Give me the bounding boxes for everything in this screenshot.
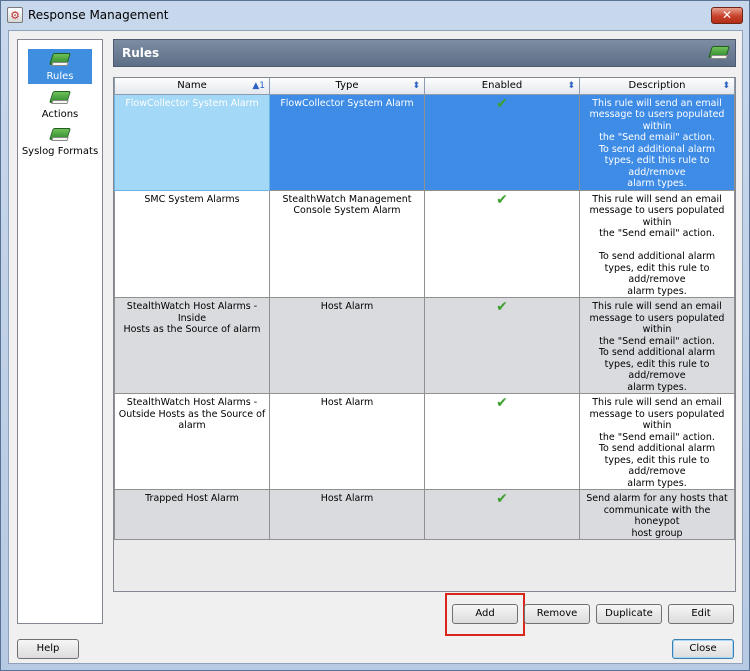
green-book-icon [49,52,71,68]
table-row[interactable]: StealthWatch Host Alarms - Inside Hosts … [114,297,735,394]
rule-description-cell[interactable]: This rule will send an email message to … [579,189,735,298]
panel-title: Rules [122,46,160,60]
dialog-body: Rules Actions Syslog Formats Rules Name … [8,30,743,664]
rule-type-cell[interactable]: StealthWatch Management Console System A… [269,189,425,298]
add-button[interactable]: Add [452,604,518,624]
sort-icon: ⬍ [722,81,730,91]
nav-item-label: Syslog Formats [21,146,99,157]
table-row[interactable]: SMC System Alarms StealthWatch Managemen… [114,189,735,298]
rule-enabled-cell[interactable]: ✔ [424,489,580,540]
rule-name-cell[interactable]: Trapped Host Alarm [114,489,270,540]
rule-enabled-cell[interactable]: ✔ [424,393,580,490]
rule-enabled-cell[interactable]: ✔ [424,297,580,394]
checkmark-icon: ✔ [496,191,508,208]
response-management-window: ⚙ Response Management ✕ Rules Actions Sy… [0,0,750,671]
rule-type-cell[interactable]: Host Alarm [269,489,425,540]
rule-description-cell[interactable]: This rule will send an email message to … [579,93,735,191]
column-header-type[interactable]: Type ⬍ [269,78,425,95]
rule-name-cell[interactable]: FlowCollector System Alarm [114,93,270,191]
rule-name-cell[interactable]: StealthWatch Host Alarms - Outside Hosts… [114,393,270,490]
column-header-label: Name [177,79,207,91]
panel-header: Rules [113,39,736,67]
nav-item-rules[interactable]: Rules [18,49,102,84]
help-button[interactable]: Help [17,639,79,659]
title-bar[interactable]: ⚙ Response Management ✕ [1,1,749,29]
green-book-icon [708,45,730,61]
rule-description-cell[interactable]: This rule will send an email message to … [579,393,735,490]
rule-name-cell[interactable]: StealthWatch Host Alarms - Inside Hosts … [114,297,270,394]
checkmark-icon: ✔ [496,299,508,315]
sort-icon: ⬍ [412,81,420,91]
sort-ascending-icon: ▲1 [252,81,265,91]
column-header-description[interactable]: Description ⬍ [579,78,735,95]
window-title: Response Management [28,8,169,22]
column-header-name[interactable]: Name ▲1 [114,78,270,95]
rule-type-cell[interactable]: Host Alarm [269,297,425,394]
column-header-enabled[interactable]: Enabled ⬍ [424,78,580,95]
app-icon: ⚙ [7,7,23,23]
rule-enabled-cell[interactable]: ✔ [424,189,580,298]
rule-type-cell[interactable]: Host Alarm [269,393,425,490]
nav-item-label: Rules [43,70,77,83]
sort-icon: ⬍ [567,81,575,91]
category-nav: Rules Actions Syslog Formats [17,39,103,624]
rule-description-cell[interactable]: This rule will send an email message to … [579,297,735,394]
nav-item-syslog-formats[interactable]: Syslog Formats [18,127,102,157]
rule-enabled-cell[interactable]: ✔ [424,93,580,191]
table-row[interactable]: FlowCollector System Alarm FlowCollector… [114,93,735,191]
table-row[interactable]: Trapped Host Alarm Host Alarm ✔ Send ala… [114,489,735,540]
duplicate-button[interactable]: Duplicate [596,604,662,624]
column-header-label: Description [628,79,686,91]
close-button[interactable]: Close [672,639,734,659]
checkmark-icon: ✔ [496,395,508,411]
rule-description-cell[interactable]: Send alarm for any hosts that communicat… [579,489,735,540]
green-book-icon [49,90,71,106]
rules-table: Name ▲1 Type ⬍ Enabled ⬍ Description ⬍ FlowC… [113,77,736,592]
checkmark-icon: ✔ [496,491,508,507]
remove-button[interactable]: Remove [524,604,590,624]
rule-name-cell[interactable]: SMC System Alarms [114,189,270,298]
nav-item-actions[interactable]: Actions [18,90,102,120]
green-book-icon [49,127,71,143]
column-header-label: Type [335,79,359,91]
column-header-label: Enabled [481,79,523,91]
checkmark-icon: ✔ [496,95,508,112]
table-row[interactable]: StealthWatch Host Alarms - Outside Hosts… [114,393,735,490]
nav-item-label: Actions [41,109,79,120]
edit-button[interactable]: Edit [668,604,734,624]
window-close-button[interactable]: ✕ [711,7,743,24]
rule-type-cell[interactable]: FlowCollector System Alarm [269,93,425,191]
